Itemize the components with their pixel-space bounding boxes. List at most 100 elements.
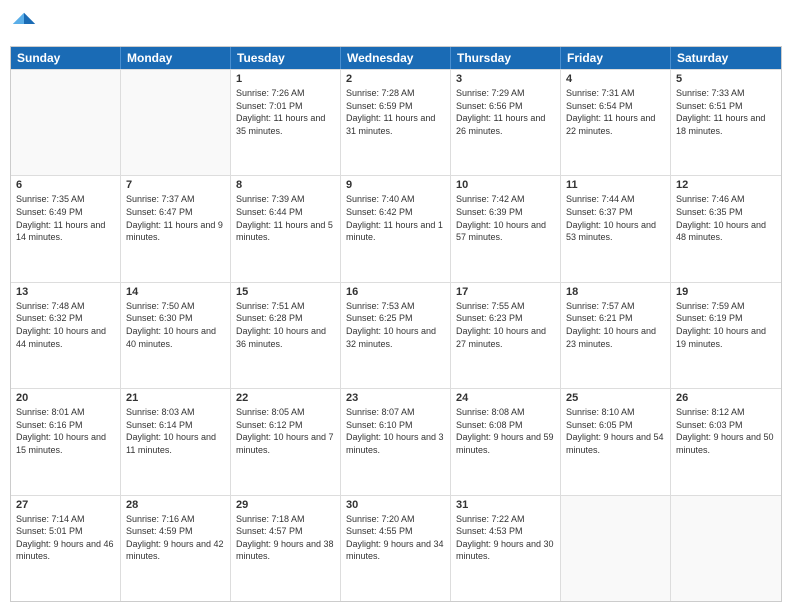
calendar-cell: 7Sunrise: 7:37 AMSunset: 6:47 PMDaylight…: [121, 176, 231, 281]
day-number: 10: [456, 179, 555, 191]
calendar-header-cell: Tuesday: [231, 47, 341, 69]
calendar-cell: 19 Sunrise: 7:59 AMSunset: 6:19 PMDayligh…: [671, 283, 781, 388]
calendar-cell: 22Sunrise: 8:05 AMSunset: 6:12 PMDayligh…: [231, 389, 341, 494]
day-number: 4: [566, 73, 665, 85]
calendar-cell: 24 Sunrise: 8:08 AMSunset: 6:08 PMDayligh…: [451, 389, 561, 494]
calendar-header-cell: Monday: [121, 47, 231, 69]
cell-info: Sunrise: 7:29 AMSunset: 6:56 PMDaylight:…: [456, 87, 555, 137]
calendar-cell: 25 Sunrise: 8:10 AMSunset: 6:05 PMDayligh…: [561, 389, 671, 494]
calendar-cell: 28Sunrise: 7:16 AMSunset: 4:59 PMDayligh…: [121, 496, 231, 601]
calendar-cell: 8Sunrise: 7:39 AMSunset: 6:44 PMDaylight…: [231, 176, 341, 281]
day-number: 21: [126, 392, 225, 404]
calendar-cell: [561, 496, 671, 601]
calendar-row: 1Sunrise: 7:26 AMSunset: 7:01 PMDaylight…: [11, 69, 781, 175]
calendar-cell: 13 Sunrise: 7:48 AMSunset: 6:32 PMDayligh…: [11, 283, 121, 388]
calendar-cell: [671, 496, 781, 601]
calendar-cell: 1Sunrise: 7:26 AMSunset: 7:01 PMDaylight…: [231, 70, 341, 175]
calendar-header-cell: Sunday: [11, 47, 121, 69]
cell-info: Sunrise: 7:44 AMSunset: 6:37 PMDaylight:…: [566, 193, 665, 243]
day-number: 13: [16, 286, 115, 298]
calendar-cell: 15 Sunrise: 7:51 AMSunset: 6:28 PMDayligh…: [231, 283, 341, 388]
day-number: 5: [676, 73, 776, 85]
calendar-cell: 11Sunrise: 7:44 AMSunset: 6:37 PMDayligh…: [561, 176, 671, 281]
calendar-row: 27 Sunrise: 7:14 AMSunset: 5:01 PMDayligh…: [11, 495, 781, 601]
calendar-cell: 23Sunrise: 8:07 AMSunset: 6:10 PMDayligh…: [341, 389, 451, 494]
cell-info: Sunrise: 7:20 AMSunset: 4:55 PMDaylight:…: [346, 513, 445, 563]
day-number: 22: [236, 392, 335, 404]
cell-info: Sunrise: 7:18 AMSunset: 4:57 PMDaylight:…: [236, 513, 335, 563]
cell-info: Sunrise: 7:55 AMSunset: 6:23 PMDaylight:…: [456, 300, 555, 350]
calendar-cell: 27 Sunrise: 7:14 AMSunset: 5:01 PMDayligh…: [11, 496, 121, 601]
day-number: 8: [236, 179, 335, 191]
day-number: 29: [236, 499, 335, 511]
calendar-header-cell: Saturday: [671, 47, 781, 69]
cell-info: Sunrise: 8:03 AMSunset: 6:14 PMDaylight:…: [126, 406, 225, 456]
calendar-cell: 14 Sunrise: 7:50 AMSunset: 6:30 PMDayligh…: [121, 283, 231, 388]
day-number: 3: [456, 73, 555, 85]
cell-info: Sunrise: 7:35 AMSunset: 6:49 PMDaylight:…: [16, 193, 115, 243]
cell-info: Sunrise: 7:59 AMSunset: 6:19 PMDaylight:…: [676, 300, 776, 350]
cell-info: Sunrise: 7:46 AMSunset: 6:35 PMDaylight:…: [676, 193, 776, 243]
day-number: 28: [126, 499, 225, 511]
calendar-cell: 18 Sunrise: 7:57 AMSunset: 6:21 PMDayligh…: [561, 283, 671, 388]
calendar-cell: 5 Sunrise: 7:33 AMSunset: 6:51 PMDaylight…: [671, 70, 781, 175]
day-number: 27: [16, 499, 115, 511]
calendar-body: 1Sunrise: 7:26 AMSunset: 7:01 PMDaylight…: [11, 69, 781, 601]
day-number: 17: [456, 286, 555, 298]
calendar-cell: 10 Sunrise: 7:42 AMSunset: 6:39 PMDayligh…: [451, 176, 561, 281]
day-number: 19: [676, 286, 776, 298]
day-number: 1: [236, 73, 335, 85]
cell-info: Sunrise: 7:14 AMSunset: 5:01 PMDaylight:…: [16, 513, 115, 563]
cell-info: Sunrise: 7:37 AMSunset: 6:47 PMDaylight:…: [126, 193, 225, 243]
calendar-cell: [121, 70, 231, 175]
day-number: 9: [346, 179, 445, 191]
cell-info: Sunrise: 7:51 AMSunset: 6:28 PMDaylight:…: [236, 300, 335, 350]
calendar-cell: 16Sunrise: 7:53 AMSunset: 6:25 PMDayligh…: [341, 283, 451, 388]
calendar-cell: [11, 70, 121, 175]
cell-info: Sunrise: 7:48 AMSunset: 6:32 PMDaylight:…: [16, 300, 115, 350]
day-number: 6: [16, 179, 115, 191]
cell-info: Sunrise: 7:22 AMSunset: 4:53 PMDaylight:…: [456, 513, 555, 563]
calendar-cell: 21 Sunrise: 8:03 AMSunset: 6:14 PMDayligh…: [121, 389, 231, 494]
cell-info: Sunrise: 7:31 AMSunset: 6:54 PMDaylight:…: [566, 87, 665, 137]
calendar-cell: 3 Sunrise: 7:29 AMSunset: 6:56 PMDaylight…: [451, 70, 561, 175]
page: SundayMondayTuesdayWednesdayThursdayFrid…: [0, 0, 792, 612]
calendar-cell: 29 Sunrise: 7:18 AMSunset: 4:57 PMDayligh…: [231, 496, 341, 601]
calendar-cell: 9 Sunrise: 7:40 AMSunset: 6:42 PMDaylight…: [341, 176, 451, 281]
calendar-cell: 4 Sunrise: 7:31 AMSunset: 6:54 PMDaylight…: [561, 70, 671, 175]
day-number: 25: [566, 392, 665, 404]
calendar-cell: 30 Sunrise: 7:20 AMSunset: 4:55 PMDayligh…: [341, 496, 451, 601]
day-number: 20: [16, 392, 115, 404]
day-number: 14: [126, 286, 225, 298]
day-number: 23: [346, 392, 445, 404]
day-number: 30: [346, 499, 445, 511]
calendar-cell: 20Sunrise: 8:01 AMSunset: 6:16 PMDayligh…: [11, 389, 121, 494]
cell-info: Sunrise: 7:28 AMSunset: 6:59 PMDaylight:…: [346, 87, 445, 137]
calendar-cell: 31 Sunrise: 7:22 AMSunset: 4:53 PMDayligh…: [451, 496, 561, 601]
cell-info: Sunrise: 8:08 AMSunset: 6:08 PMDaylight:…: [456, 406, 555, 456]
calendar: SundayMondayTuesdayWednesdayThursdayFrid…: [10, 46, 782, 602]
cell-info: Sunrise: 7:57 AMSunset: 6:21 PMDaylight:…: [566, 300, 665, 350]
calendar-cell: 2 Sunrise: 7:28 AMSunset: 6:59 PMDaylight…: [341, 70, 451, 175]
cell-info: Sunrise: 7:50 AMSunset: 6:30 PMDaylight:…: [126, 300, 225, 350]
calendar-cell: 26Sunrise: 8:12 AMSunset: 6:03 PMDayligh…: [671, 389, 781, 494]
calendar-header-cell: Thursday: [451, 47, 561, 69]
header: [10, 10, 782, 38]
logo: [10, 10, 42, 38]
day-number: 24: [456, 392, 555, 404]
cell-info: Sunrise: 7:40 AMSunset: 6:42 PMDaylight:…: [346, 193, 445, 243]
calendar-row: 6 Sunrise: 7:35 AMSunset: 6:49 PMDaylight…: [11, 175, 781, 281]
calendar-header-cell: Wednesday: [341, 47, 451, 69]
day-number: 15: [236, 286, 335, 298]
calendar-row: 20Sunrise: 8:01 AMSunset: 6:16 PMDayligh…: [11, 388, 781, 494]
cell-info: Sunrise: 8:10 AMSunset: 6:05 PMDaylight:…: [566, 406, 665, 456]
cell-info: Sunrise: 7:53 AMSunset: 6:25 PMDaylight:…: [346, 300, 445, 350]
calendar-header-cell: Friday: [561, 47, 671, 69]
day-number: 18: [566, 286, 665, 298]
cell-info: Sunrise: 7:33 AMSunset: 6:51 PMDaylight:…: [676, 87, 776, 137]
cell-info: Sunrise: 7:42 AMSunset: 6:39 PMDaylight:…: [456, 193, 555, 243]
calendar-cell: 17 Sunrise: 7:55 AMSunset: 6:23 PMDayligh…: [451, 283, 561, 388]
day-number: 31: [456, 499, 555, 511]
calendar-row: 13 Sunrise: 7:48 AMSunset: 6:32 PMDayligh…: [11, 282, 781, 388]
day-number: 2: [346, 73, 445, 85]
